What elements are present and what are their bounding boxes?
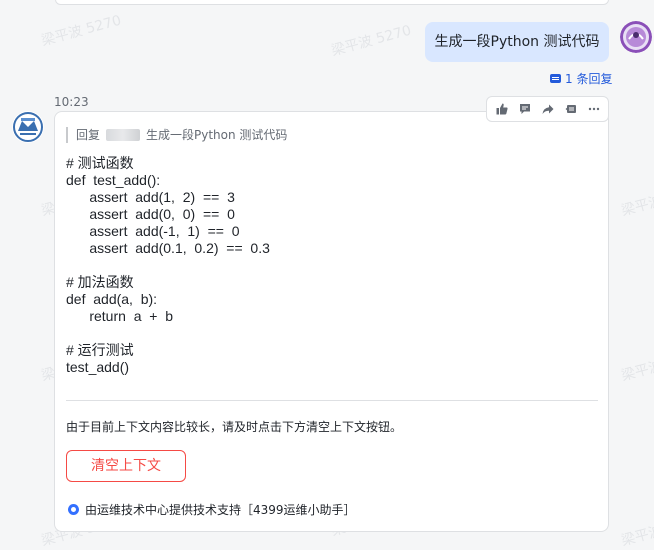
user-message-text: 生成一段Python 测试代码 <box>434 34 600 50</box>
reply-count-link[interactable]: 1 条回复 <box>550 70 612 87</box>
divider <box>66 400 598 401</box>
code-line: assert add(0, 0) == 0 <box>66 206 235 222</box>
comment-icon[interactable] <box>516 100 534 118</box>
code-line: # 测试函数 <box>66 155 134 171</box>
message-time: 10:23 <box>54 95 89 109</box>
code-line: return a + b <box>66 308 173 324</box>
code-line: test_add() <box>66 359 130 375</box>
code-line: assert add(-1, 1) == 0 <box>66 223 240 239</box>
watermark: 梁平波 5270 <box>329 22 414 60</box>
code-line: def test_add(): <box>66 172 161 188</box>
more-icon[interactable] <box>585 100 603 118</box>
user-message-bubble[interactable]: 生成一段Python 测试代码 <box>425 22 609 62</box>
forward-icon[interactable] <box>539 100 557 118</box>
reply-icon[interactable] <box>562 100 580 118</box>
watermark: 梁平波 5270 <box>39 12 124 50</box>
reply-prefix: 回复 <box>76 128 101 142</box>
support-info: 由运维技术中心提供技术支持［4399运维小助手］ <box>68 501 356 518</box>
comment-icon <box>550 74 561 83</box>
code-line: def add(a, b): <box>66 291 158 307</box>
watermark: 梁平波 5270 <box>619 348 654 385</box>
user-avatar[interactable] <box>620 21 652 53</box>
code-line: assert add(0.1, 0.2) == 0.3 <box>66 240 270 256</box>
reply-count-label: 1 条回复 <box>565 72 613 86</box>
code-block: # 测试函数 def test_add(): assert add(1, 2) =… <box>66 155 270 376</box>
code-line: # 运行测试 <box>66 342 134 358</box>
bot-avatar[interactable] <box>12 111 44 143</box>
context-note: 由于目前上下文内容比较长，请及时点击下方清空上下文按钮。 <box>66 420 403 434</box>
message-toolbar <box>486 96 609 122</box>
blurred-username <box>106 129 141 141</box>
reply-quoted-text: 生成一段Python 测试代码 <box>146 128 288 142</box>
clear-context-button[interactable]: 清空上下文 <box>66 450 186 482</box>
code-line: assert add(1, 2) == 3 <box>66 189 235 205</box>
watermark: 梁平波 5270 <box>619 183 654 220</box>
reply-quote[interactable]: 回复 生成一段Python 测试代码 <box>66 127 287 143</box>
support-logo-icon <box>68 504 79 515</box>
code-line: # 加法函数 <box>66 274 134 290</box>
thumbs-up-icon[interactable] <box>493 100 511 118</box>
watermark: 梁平波 5270 <box>619 513 654 550</box>
previous-message-card <box>55 0 609 5</box>
support-text: 由运维技术中心提供技术支持［4399运维小助手］ <box>85 503 356 517</box>
